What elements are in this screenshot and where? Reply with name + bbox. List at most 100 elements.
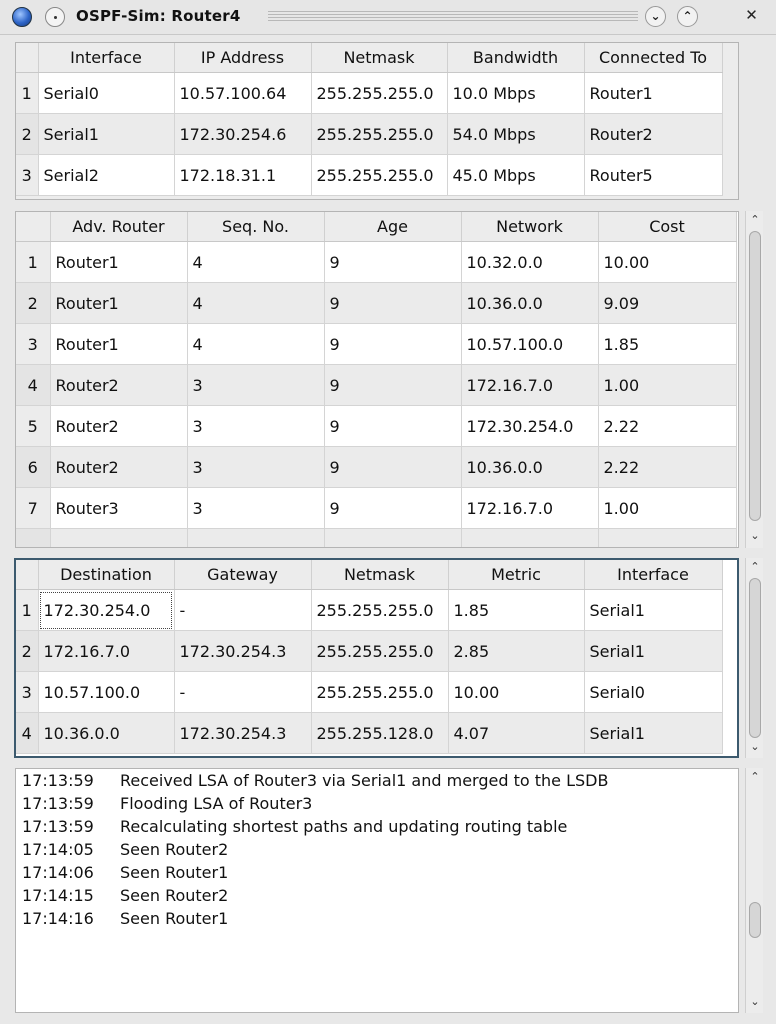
- scroll-down-icon[interactable]: ⌄: [746, 740, 764, 754]
- table-cell[interactable]: 4: [187, 241, 325, 283]
- column-header-network[interactable]: Network: [461, 212, 599, 242]
- table-cell[interactable]: 9: [324, 446, 462, 488]
- table-row[interactable]: 1 Serial0 10.57.100.64 255.255.255.0 10.…: [16, 72, 723, 114]
- table-cell[interactable]: Router5: [584, 154, 723, 196]
- scroll-up-icon[interactable]: ⌃: [746, 213, 764, 227]
- table-cell[interactable]: 10.00: [598, 241, 737, 283]
- scrollbar-thumb[interactable]: [749, 578, 761, 738]
- row-number[interactable]: 2: [16, 113, 39, 155]
- table-cell[interactable]: 10.36.0.0: [38, 712, 175, 754]
- column-header-interface[interactable]: Interface: [38, 43, 175, 73]
- row-number[interactable]: 1: [16, 72, 39, 114]
- table-cell[interactable]: Router2: [50, 446, 188, 488]
- table-cell[interactable]: 10.00: [448, 671, 585, 713]
- table-row-partial[interactable]: [16, 528, 737, 547]
- table-cell[interactable]: 172.16.7.0: [461, 364, 599, 406]
- table-cell[interactable]: 1.85: [448, 589, 585, 631]
- table-row[interactable]: 2 Serial1 172.30.254.6 255.255.255.0 54.…: [16, 113, 723, 155]
- table-cell[interactable]: 10.36.0.0: [461, 282, 599, 324]
- row-number[interactable]: 3: [16, 671, 39, 713]
- table-cell[interactable]: 255.255.255.0: [311, 154, 448, 196]
- table-cell[interactable]: 9.09: [598, 282, 737, 324]
- row-number[interactable]: 2: [16, 282, 51, 324]
- table-cell[interactable]: 172.16.7.0: [461, 487, 599, 529]
- scroll-up-icon[interactable]: ⌃: [746, 770, 764, 784]
- scroll-up-icon[interactable]: ⌃: [746, 560, 764, 574]
- table-cell[interactable]: 1.00: [598, 364, 737, 406]
- table-cell[interactable]: 2.85: [448, 630, 585, 672]
- table-cell[interactable]: -: [174, 589, 312, 631]
- table-cell[interactable]: 2.22: [598, 405, 737, 447]
- table-row[interactable]: 3 10.57.100.0 - 255.255.255.0 10.00 Seri…: [16, 671, 723, 713]
- column-header-gateway[interactable]: Gateway: [174, 560, 312, 590]
- row-number[interactable]: 4: [16, 364, 51, 406]
- table-cell[interactable]: 172.30.254.6: [174, 113, 312, 155]
- table-cell[interactable]: 10.0 Mbps: [447, 72, 585, 114]
- table-cell[interactable]: Router2: [50, 405, 188, 447]
- table-cell[interactable]: 255.255.255.0: [311, 630, 449, 672]
- table-cell[interactable]: Serial2: [38, 154, 175, 196]
- column-header-metric[interactable]: Metric: [448, 560, 585, 590]
- table-cell[interactable]: 172.30.254.0: [461, 405, 599, 447]
- table-cell[interactable]: 255.255.128.0: [311, 712, 449, 754]
- column-header-cost[interactable]: Cost: [598, 212, 737, 242]
- column-header-ip-address[interactable]: IP Address: [174, 43, 312, 73]
- table-cell[interactable]: 172.18.31.1: [174, 154, 312, 196]
- table-row[interactable]: 1 Router1 4 9 10.32.0.0 10.00: [16, 241, 737, 283]
- column-header-connected-to[interactable]: Connected To: [584, 43, 723, 73]
- table-cell[interactable]: 172.30.254.3: [174, 712, 312, 754]
- table-row[interactable]: 3 Serial2 172.18.31.1 255.255.255.0 45.0…: [16, 154, 723, 196]
- table-cell[interactable]: 10.57.100.0: [38, 671, 175, 713]
- table-cell[interactable]: Serial0: [38, 72, 175, 114]
- table-cell[interactable]: 172.16.7.0: [38, 630, 175, 672]
- table-cell[interactable]: 45.0 Mbps: [447, 154, 585, 196]
- table-row[interactable]: 2 Router1 4 9 10.36.0.0 9.09: [16, 282, 737, 324]
- lsdb-scrollbar[interactable]: ⌃ ⌄: [745, 211, 763, 548]
- table-cell[interactable]: 9: [324, 487, 462, 529]
- table-cell[interactable]: Serial1: [38, 113, 175, 155]
- table-cell[interactable]: Router2: [584, 113, 723, 155]
- row-number[interactable]: 1: [16, 589, 39, 631]
- column-header-seq-no[interactable]: Seq. No.: [187, 212, 325, 242]
- table-row[interactable]: 1 172.30.254.0 - 255.255.255.0 1.85 Seri…: [16, 589, 723, 631]
- maximize-button[interactable]: ⌃: [677, 6, 698, 27]
- table-cell[interactable]: Router2: [50, 364, 188, 406]
- table-cell[interactable]: 10.32.0.0: [461, 241, 599, 283]
- table-cell[interactable]: 9: [324, 405, 462, 447]
- scroll-down-icon[interactable]: ⌄: [746, 995, 764, 1009]
- table-cell[interactable]: 10.36.0.0: [461, 446, 599, 488]
- table-cell[interactable]: 4: [187, 282, 325, 324]
- scrollbar-thumb[interactable]: [749, 231, 761, 521]
- table-row[interactable]: 3 Router1 4 9 10.57.100.0 1.85: [16, 323, 737, 365]
- table-cell[interactable]: 10.57.100.64: [174, 72, 312, 114]
- table-cell[interactable]: 3: [187, 364, 325, 406]
- table-cell[interactable]: 10.57.100.0: [461, 323, 599, 365]
- log-scrollbar[interactable]: ⌃ ⌄: [745, 768, 763, 1013]
- table-cell[interactable]: 172.30.254.3: [174, 630, 312, 672]
- column-header-age[interactable]: Age: [324, 212, 462, 242]
- table-cell[interactable]: 1.85: [598, 323, 737, 365]
- table-cell[interactable]: Router1: [584, 72, 723, 114]
- table-cell[interactable]: Router1: [50, 282, 188, 324]
- table-row[interactable]: 5 Router2 3 9 172.30.254.0 2.22: [16, 405, 737, 447]
- table-cell[interactable]: 3: [187, 446, 325, 488]
- row-number[interactable]: 3: [16, 323, 51, 365]
- table-cell[interactable]: Serial1: [584, 712, 723, 754]
- column-header-adv-router[interactable]: Adv. Router: [50, 212, 188, 242]
- table-cell[interactable]: -: [174, 671, 312, 713]
- table-row[interactable]: 6 Router2 3 9 10.36.0.0 2.22: [16, 446, 737, 488]
- routing-scrollbar[interactable]: ⌃ ⌄: [745, 558, 763, 758]
- table-cell[interactable]: Serial1: [584, 589, 723, 631]
- scroll-down-icon[interactable]: ⌄: [746, 529, 764, 543]
- table-cell[interactable]: Router3: [50, 487, 188, 529]
- table-cell[interactable]: Serial1: [584, 630, 723, 672]
- row-number[interactable]: 1: [16, 241, 51, 283]
- column-header-bandwidth[interactable]: Bandwidth: [447, 43, 585, 73]
- row-number[interactable]: 6: [16, 446, 51, 488]
- table-cell[interactable]: 1.00: [598, 487, 737, 529]
- minimize-button[interactable]: ⌄: [645, 6, 666, 27]
- table-cell[interactable]: Router1: [50, 241, 188, 283]
- column-header-netmask[interactable]: Netmask: [311, 560, 449, 590]
- table-cell[interactable]: 4: [187, 323, 325, 365]
- table-cell[interactable]: Router1: [50, 323, 188, 365]
